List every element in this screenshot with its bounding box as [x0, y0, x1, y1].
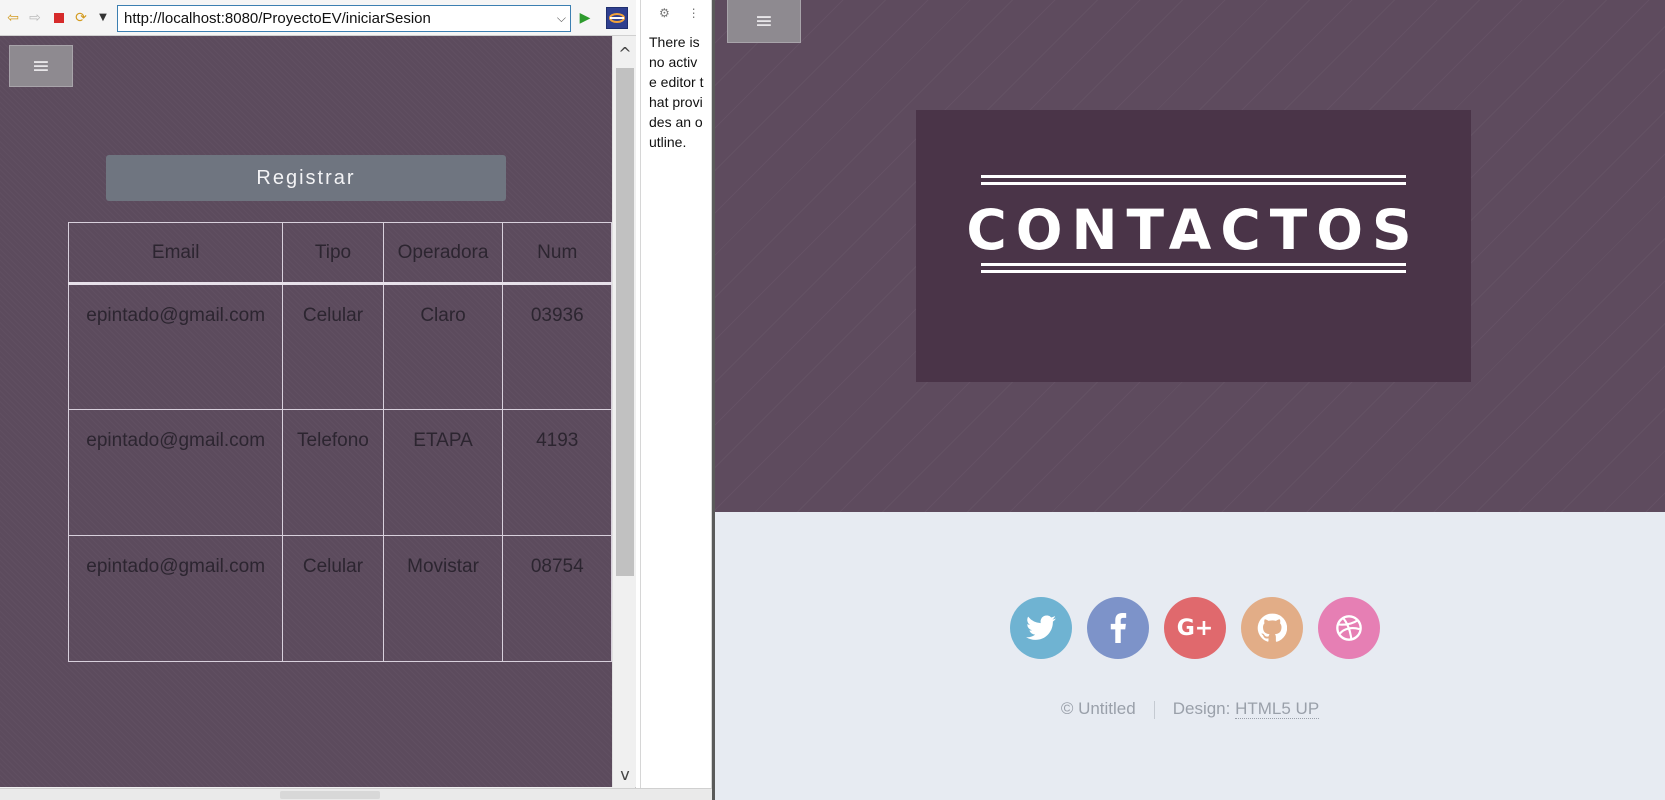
contacts-table: Email Tipo Operadora Num epintado@gmail.… — [67, 222, 612, 662]
outline-options-icon[interactable]: ⚙ — [659, 6, 670, 20]
refresh-icon[interactable]: ⟳ — [72, 9, 90, 27]
cell-email: epintado@gmail.com — [67, 283, 284, 410]
cell-tipo: Celular — [282, 283, 384, 410]
column-header-numero: Num — [502, 222, 612, 284]
scrollbar-thumb[interactable] — [280, 791, 380, 799]
column-header-email: Email — [67, 222, 284, 284]
scrollbar-thumb[interactable] — [616, 68, 634, 576]
outline-panel: ⚙ ⋮ There is no active editor that provi… — [640, 0, 712, 790]
stop-icon[interactable] — [50, 9, 68, 27]
cell-numero: 08754 — [502, 535, 612, 662]
horizontal-scrollbar[interactable] — [0, 788, 712, 800]
facebook-link[interactable] — [1087, 597, 1149, 659]
design-credit-link[interactable]: HTML5 UP — [1235, 699, 1320, 719]
title-rule-top — [981, 175, 1406, 178]
history-dropdown-icon[interactable]: ▼ — [94, 9, 112, 27]
url-input[interactable]: http://localhost:8080/ProyectoEV/iniciar… — [117, 5, 571, 32]
social-links: G+ — [1010, 597, 1380, 659]
table-row: epintado@gmail.com Celular Claro 03936 — [67, 283, 612, 410]
cell-tipo: Celular — [282, 535, 384, 662]
dribbble-icon — [1336, 615, 1362, 641]
cell-tipo: Telefono — [282, 409, 384, 536]
footer-separator — [1153, 700, 1155, 719]
copyright-line: © Untitled Design: HTML5 UP — [715, 699, 1665, 719]
go-play-icon[interactable]: ▶ — [576, 9, 594, 27]
table-row: epintado@gmail.com Telefono ETAPA 4193 — [67, 409, 612, 536]
title-rule-bottom — [981, 270, 1406, 273]
scroll-down-icon[interactable]: v — [617, 765, 633, 784]
cell-email: epintado@gmail.com — [67, 535, 284, 662]
hamburger-icon: ≡ — [31, 53, 51, 79]
table-row: epintado@gmail.com Celular Movistar 0875… — [67, 535, 612, 662]
contact-title-box: CONTACTOS — [916, 110, 1471, 382]
cell-numero: 03936 — [502, 283, 612, 410]
url-text: http://localhost:8080/ProyectoEV/iniciar… — [124, 10, 431, 27]
outline-empty-message: There is no active editor that provides … — [649, 34, 704, 150]
outline-toolbar: ⚙ ⋮ — [659, 6, 700, 20]
twitter-icon — [1026, 615, 1056, 640]
registrar-button[interactable]: Registrar — [106, 155, 506, 201]
google-plus-link[interactable]: G+ — [1164, 597, 1226, 659]
view-menu-icon[interactable]: ⋮ — [688, 6, 700, 20]
facebook-icon — [1110, 613, 1127, 643]
cell-operadora: Claro — [382, 283, 504, 410]
cell-email: epintado@gmail.com — [67, 409, 284, 536]
browser-toolbar: ⇦ ⇨ ⟳ ▼ http://localhost:8080/ProyectoEV… — [0, 0, 636, 36]
forward-arrow-icon[interactable]: ⇨ — [26, 9, 44, 27]
cell-numero: 4193 — [502, 409, 612, 536]
hamburger-menu-button[interactable]: ≡ — [9, 45, 73, 87]
google-plus-icon: G+ — [1176, 615, 1214, 641]
eclipse-open-icon[interactable] — [606, 7, 628, 29]
page-footer: G+ © Untitled Design: HTML5 UP — [715, 512, 1665, 800]
embedded-browser: ⇦ ⇨ ⟳ ▼ http://localhost:8080/ProyectoEV… — [0, 0, 636, 800]
cell-operadora: Movistar — [382, 535, 504, 662]
contact-banner: ≡ CONTACTOS — [715, 0, 1665, 512]
github-icon — [1257, 613, 1287, 642]
back-arrow-icon[interactable]: ⇦ — [4, 9, 22, 27]
github-link[interactable] — [1241, 597, 1303, 659]
hamburger-menu-button[interactable]: ≡ — [727, 0, 801, 43]
vertical-scrollbar[interactable]: ^ v — [612, 36, 636, 787]
twitter-link[interactable] — [1010, 597, 1072, 659]
column-header-operadora: Operadora — [382, 222, 504, 284]
page-title: CONTACTOS — [966, 198, 1421, 262]
title-rule-top — [981, 182, 1406, 185]
web-page: ≡ CONTACTOS G+ © Untitled Design: HTML5 … — [715, 0, 1665, 800]
copyright-text: © Untitled — [1060, 699, 1136, 718]
cell-operadora: ETAPA — [382, 409, 504, 536]
scroll-up-icon[interactable]: ^ — [617, 44, 633, 63]
design-prefix: Design: — [1172, 699, 1231, 718]
hamburger-icon: ≡ — [754, 8, 774, 34]
browser-viewport: ≡ Registrar Email Tipo Operadora Num epi… — [0, 36, 612, 787]
dribbble-link[interactable] — [1318, 597, 1380, 659]
table-header-row: Email Tipo Operadora Num — [67, 222, 612, 284]
title-rule-bottom — [981, 263, 1406, 266]
url-dropdown-icon[interactable]: ⌵ — [557, 11, 566, 26]
column-header-tipo: Tipo — [282, 222, 384, 284]
